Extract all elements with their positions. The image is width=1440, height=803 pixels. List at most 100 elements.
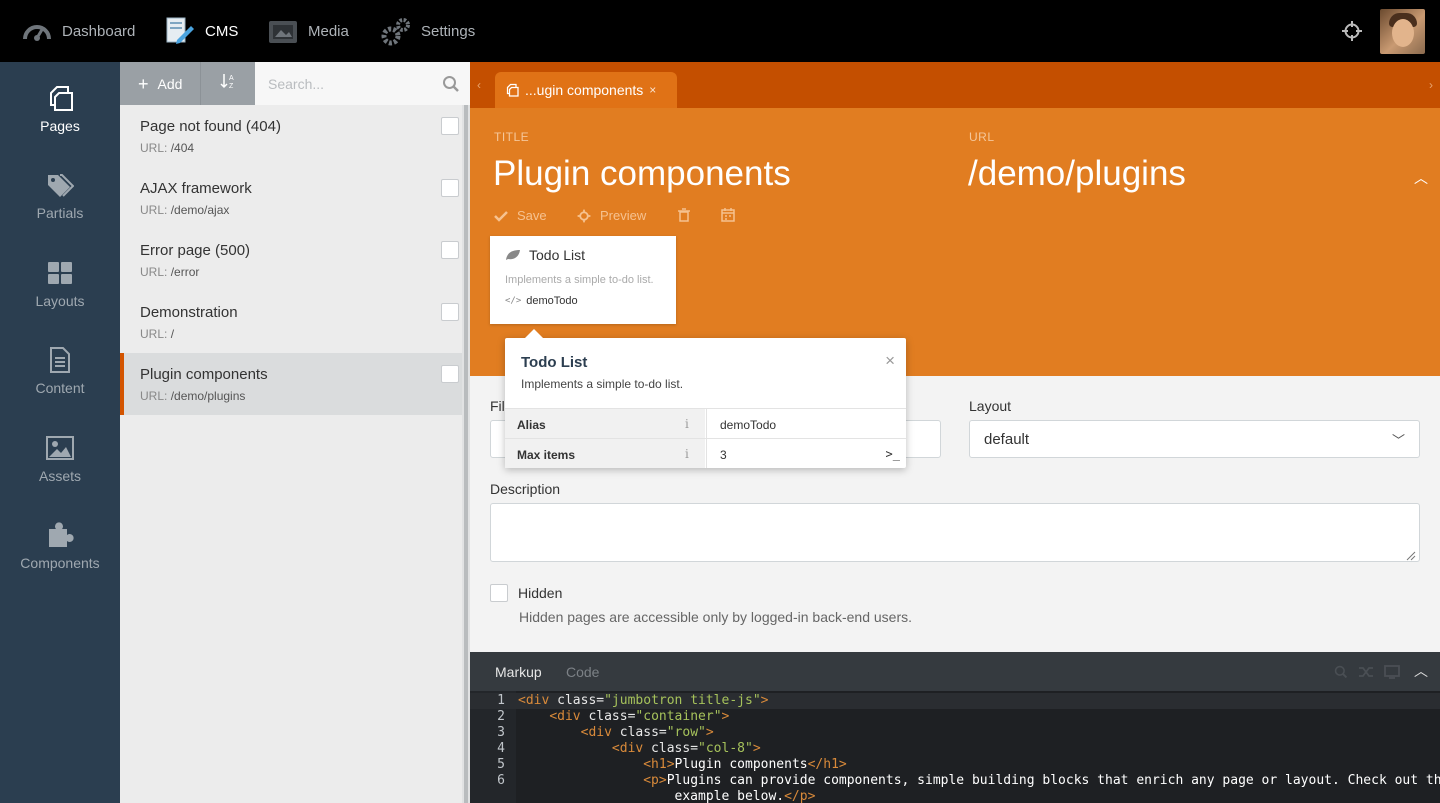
pages-icon (505, 83, 519, 97)
description-label: Description (490, 481, 561, 497)
sidebar-item-assets[interactable]: Assets (0, 434, 120, 514)
list-item[interactable]: Error page (500) URL: /error (120, 229, 462, 291)
info-icon[interactable]: i (685, 447, 689, 461)
line-number: 3 (497, 725, 505, 740)
shuffle-icon[interactable] (1358, 665, 1374, 684)
plus-icon: + (138, 73, 149, 94)
search-input[interactable] (255, 62, 425, 105)
sidebar-item-label: Partials (36, 205, 84, 221)
max-items-value-input[interactable]: 3 (706, 439, 906, 468)
nav-settings[interactable]: Settings (381, 0, 475, 62)
sort-button[interactable]: AZ (200, 62, 255, 105)
fullscreen-icon[interactable] (1384, 665, 1400, 684)
tab-close-icon[interactable]: × (649, 83, 656, 97)
layout-select[interactable]: default ﹀ (969, 420, 1420, 458)
list-item[interactable]: Demonstration URL: / (120, 291, 462, 353)
code-editor-tabs: Markup Code ︿ (470, 652, 1440, 691)
calendar-button[interactable] (721, 208, 744, 222)
tab-markup[interactable]: Markup (495, 664, 542, 680)
list-item-checkbox[interactable] (441, 241, 459, 259)
list-item-title: AJAX framework (140, 180, 252, 197)
nav-cms-label: CMS (205, 22, 239, 40)
component-alias: demoTodo (526, 295, 578, 307)
gears-icon (381, 16, 411, 46)
code-text: <p>Plugins can provide components, simpl… (643, 773, 1440, 788)
sidebar-item-content[interactable]: Content (0, 346, 120, 426)
list-item-checkbox[interactable] (441, 303, 459, 321)
list-item[interactable]: Page not found (404) URL: /404 (120, 105, 462, 167)
close-icon[interactable]: × (885, 351, 895, 371)
description-textarea[interactable] (490, 503, 1420, 562)
component-card[interactable]: Todo List Implements a simple to-do list… (490, 236, 676, 324)
list-toolbar: + Add AZ (120, 62, 470, 105)
url-key: URL: (140, 141, 168, 155)
page-editor: ‹ ...ugin components × › TITLE Plugin co… (470, 62, 1440, 803)
inspector-title: Todo List (521, 354, 588, 371)
file-name-label: Fil (490, 398, 505, 414)
search-icon[interactable] (1334, 665, 1348, 684)
property-name: Max items (505, 439, 705, 468)
sidebar-item-partials[interactable]: Partials (0, 171, 120, 251)
layouts-grid-icon (46, 259, 74, 287)
add-button-label: Add (157, 75, 183, 92)
leaf-icon (505, 249, 521, 261)
search-box (255, 62, 470, 105)
resize-grip-icon[interactable] (1406, 548, 1416, 561)
terminal-icon[interactable]: >_ (886, 447, 900, 461)
list-scrollbar[interactable] (462, 105, 470, 803)
nav-media[interactable]: Media (268, 0, 349, 62)
tab-scroll-left-icon[interactable]: ‹ (477, 78, 481, 92)
tab-code[interactable]: Code (566, 664, 599, 680)
hidden-label[interactable]: Hidden (518, 585, 562, 601)
code-editor[interactable]: 1 <div class="jumbotron title-js"> 2 <div … (470, 691, 1440, 803)
checkmark-icon (494, 210, 508, 222)
delete-button[interactable] (678, 208, 699, 222)
trash-icon (678, 208, 690, 222)
collapse-header-icon[interactable]: ︿ (1414, 168, 1428, 188)
collapse-editor-icon[interactable]: ︿ (1414, 661, 1428, 681)
svg-text:A: A (229, 75, 234, 82)
hidden-checkbox[interactable] (490, 584, 508, 602)
sidebar-item-layouts[interactable]: Layouts (0, 259, 120, 339)
chevron-down-icon: ﹀ (1391, 433, 1405, 448)
code-line[interactable]: 1 <div class="jumbotron title-js"> (470, 693, 1440, 709)
list-item-selected[interactable]: Plugin components URL: /demo/plugins (120, 353, 462, 415)
sort-alpha-icon: AZ (220, 72, 236, 95)
layout-select-value: default (984, 431, 1030, 448)
alias-value-input[interactable]: demoTodo (706, 409, 906, 438)
component-inspector-popover: Todo List Implements a simple to-do list… (505, 329, 906, 468)
save-button[interactable]: Save (494, 208, 547, 223)
list-item-checkbox[interactable] (441, 117, 459, 135)
tab-plugin-components[interactable]: ...ugin components × (495, 72, 677, 108)
nav-settings-label: Settings (421, 22, 476, 40)
preview-button[interactable]: Preview (577, 208, 646, 223)
nav-dashboard[interactable]: Dashboard (22, 0, 135, 62)
pages-icon (46, 84, 74, 112)
tab-scroll-right-icon[interactable]: › (1429, 78, 1433, 92)
title-input[interactable]: Plugin components (493, 154, 791, 194)
nav-cms[interactable]: CMS (165, 0, 238, 62)
list-item[interactable]: AJAX framework URL: /demo/ajax (120, 167, 462, 229)
calendar-icon (721, 208, 735, 222)
nav-media-label: Media (308, 22, 349, 40)
info-icon[interactable]: i (685, 417, 689, 431)
search-icon[interactable] (442, 75, 460, 98)
url-input[interactable]: /demo/plugins (968, 154, 1186, 194)
sidebar-item-pages[interactable]: Pages (0, 84, 120, 164)
line-number: 2 (497, 709, 505, 724)
list-item-title: Page not found (404) (140, 118, 281, 135)
svg-text:Z: Z (229, 83, 234, 90)
url-key: URL: (140, 203, 168, 217)
tags-icon (46, 171, 75, 199)
cms-sidebar: Pages Partials Layouts Content Assets Co… (0, 62, 120, 803)
preview-button-label: Preview (600, 208, 647, 223)
tab-label: ...ugin components (525, 82, 644, 98)
sidebar-item-components[interactable]: Components (0, 521, 120, 601)
list-item-checkbox[interactable] (441, 179, 459, 197)
user-avatar[interactable] (1380, 9, 1425, 54)
scrollbar-thumb[interactable] (464, 105, 468, 803)
list-item-checkbox[interactable] (441, 365, 459, 383)
code-text: <div class="col-8"> (611, 741, 761, 756)
add-button[interactable]: + Add (120, 62, 200, 105)
crosshair-icon[interactable] (1340, 19, 1364, 43)
